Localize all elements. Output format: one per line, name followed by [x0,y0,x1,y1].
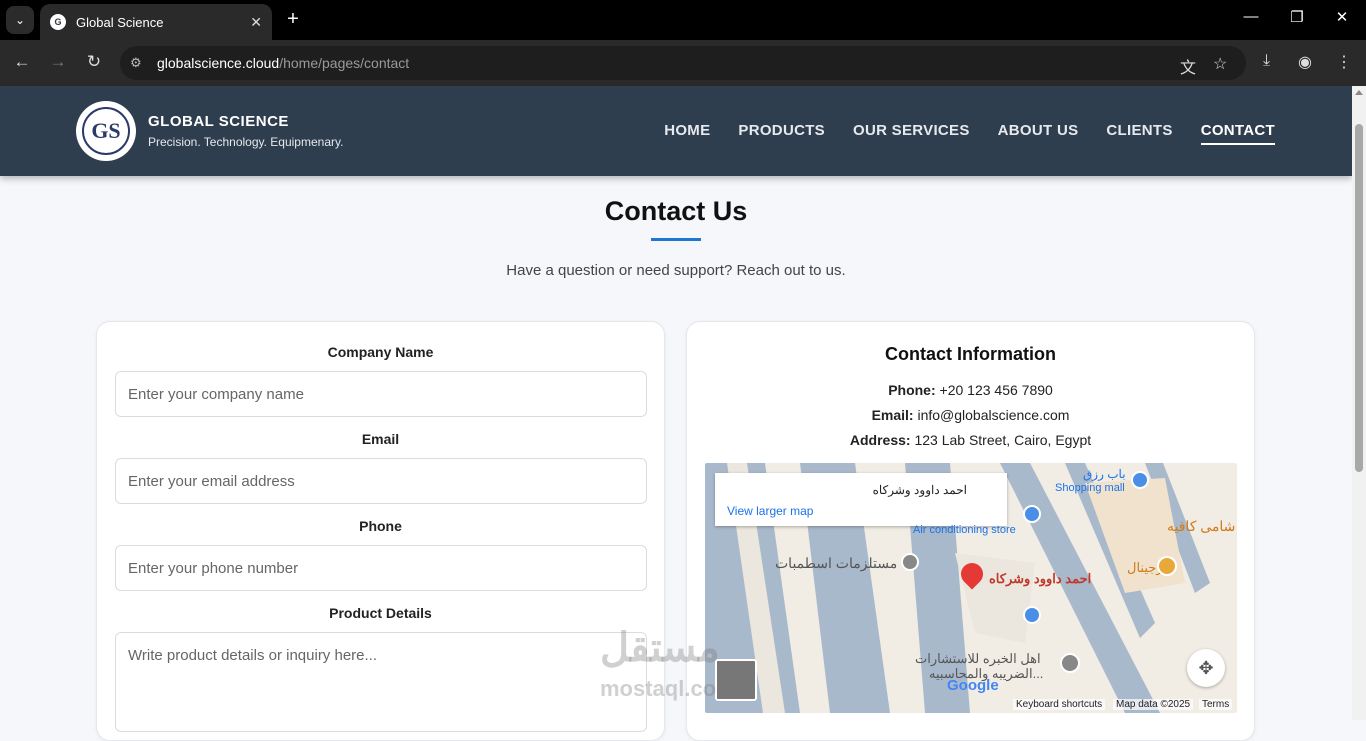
watermark-arabic: مستقل [600,626,720,670]
phone-label: Phone [359,518,402,534]
map-label-supplies: مستلزمات اسطمبات [775,555,898,571]
map-label-pin: احمد داوود وشركاه [989,571,1092,586]
company-name-label: Company Name [327,344,434,360]
contact-info-card: Contact Information Phone: +20 123 456 7… [686,321,1255,741]
map-info-box: احمد داوود وشركاه View larger map [715,473,1007,526]
url-text: globalscience.cloud/home/pages/contact [157,55,410,71]
menu-kebab-icon[interactable]: ⋮ [1336,52,1352,72]
map-label-mall: باب رزق [1083,467,1126,481]
email-label: Email [361,431,400,447]
embedded-map[interactable]: احمد داوود وشركاه View larger map باب رز… [705,463,1237,713]
map-place-name: احمد داوود وشركاه [872,483,967,497]
nav-clients[interactable]: CLIENTS [1106,122,1172,145]
profile-avatar-icon[interactable]: ◉ [1298,52,1312,72]
reload-icon[interactable]: ↻ [82,52,106,72]
nav-about-us[interactable]: ABOUT US [998,122,1079,145]
address-bar[interactable]: ⚙ globalscience.cloud/home/pages/contact… [120,46,1246,80]
browser-toolbar: ← → ↻ ⚙ globalscience.cloud/home/pages/c… [0,40,1366,86]
download-icon[interactable]: ⤓ [1263,52,1270,70]
bookmark-star-icon[interactable]: ☆ [1213,54,1227,74]
site-info-icon[interactable]: ⚙ [130,55,152,71]
nav-contact[interactable]: CONTACT [1200,122,1275,145]
keyboard-shortcuts-link[interactable]: Keyboard shortcuts [1013,699,1106,710]
terms-link[interactable]: Terms [1199,699,1233,710]
map-camera-control-icon[interactable]: ✥ [1187,649,1225,687]
mall-pin-icon[interactable] [1131,471,1149,489]
supplies-pin-icon[interactable] [901,553,919,571]
contact-email: Email: info@globalscience.com [871,407,1070,423]
page-subtitle: Have a question or need support? Reach o… [506,262,846,279]
tab-search-button[interactable]: ⌄ [6,6,34,34]
nav-home[interactable]: HOME [664,122,710,145]
logo-mark: GS [82,107,130,155]
view-larger-map-link[interactable]: View larger map [727,504,813,518]
back-icon[interactable]: ← [10,52,34,72]
close-window-icon[interactable]: ✕ [1327,8,1357,26]
scroll-up-arrow-icon[interactable] [1355,90,1363,95]
main-nav: HOME PRODUCTS OUR SERVICES ABOUT US CLIE… [664,122,1275,145]
browser-tab[interactable]: G Global Science ✕ [40,4,272,40]
product-details-textarea[interactable] [115,632,647,732]
map-label-ac-store: Air conditioning store [913,524,1016,536]
site-logo[interactable]: GS [76,101,136,161]
site-header: GS GLOBAL SCIENCE Precision. Technology.… [0,86,1352,176]
email-input[interactable] [115,458,647,504]
nav-products[interactable]: PRODUCTS [738,122,825,145]
contact-phone: Phone: +20 123 456 7890 [888,382,1053,398]
brand-tagline: Precision. Technology. Equipmenary. [148,135,344,149]
brand-name: GLOBAL SCIENCE [148,113,289,130]
consult-pin-icon[interactable] [1060,653,1080,673]
shop-pin-icon[interactable] [1023,606,1041,624]
watermark-latin: mostaql.com [600,676,736,701]
brand: GLOBAL SCIENCE Precision. Technology. Eq… [148,113,343,149]
map-label-mall-sub: Shopping mall [1055,482,1125,494]
forward-icon[interactable]: → [46,52,70,72]
nav-our-services[interactable]: OUR SERVICES [853,122,970,145]
google-logo: Google [947,677,999,694]
map-label-consult1: اهل الخبره للاستشارات [915,651,1041,666]
tab-title: Global Science [76,14,164,30]
close-tab-icon[interactable]: ✕ [250,14,262,31]
page-title: Contact Us [604,196,748,226]
browser-tab-bar: ⌄ G Global Science ✕ + — ❐ ✕ [0,0,1366,40]
scrollbar-thumb[interactable] [1355,124,1363,472]
map-label-cafe: شامى كافيه [1167,518,1236,534]
company-name-input[interactable] [115,371,647,417]
phone-input[interactable] [115,545,647,591]
cafe-pin-icon[interactable] [1157,556,1177,576]
translate-icon[interactable]: 文 [1180,54,1196,78]
contact-form-card: Company Name Email Phone Product Details [96,321,665,741]
map-data-text: Map data ©2025 [1113,699,1194,710]
restore-icon[interactable]: ❐ [1282,8,1312,26]
minimize-icon[interactable]: — [1236,8,1266,25]
site-favicon-icon: G [50,14,66,30]
product-details-label: Product Details [329,605,432,621]
new-tab-button[interactable]: + [282,8,304,30]
title-underline [651,238,701,241]
page-scrollbar[interactable] [1352,86,1366,720]
store-pin-icon[interactable] [1023,505,1041,523]
contact-info-title: Contact Information [885,344,1056,364]
contact-address: Address: 123 Lab Street, Cairo, Egypt [849,432,1092,448]
